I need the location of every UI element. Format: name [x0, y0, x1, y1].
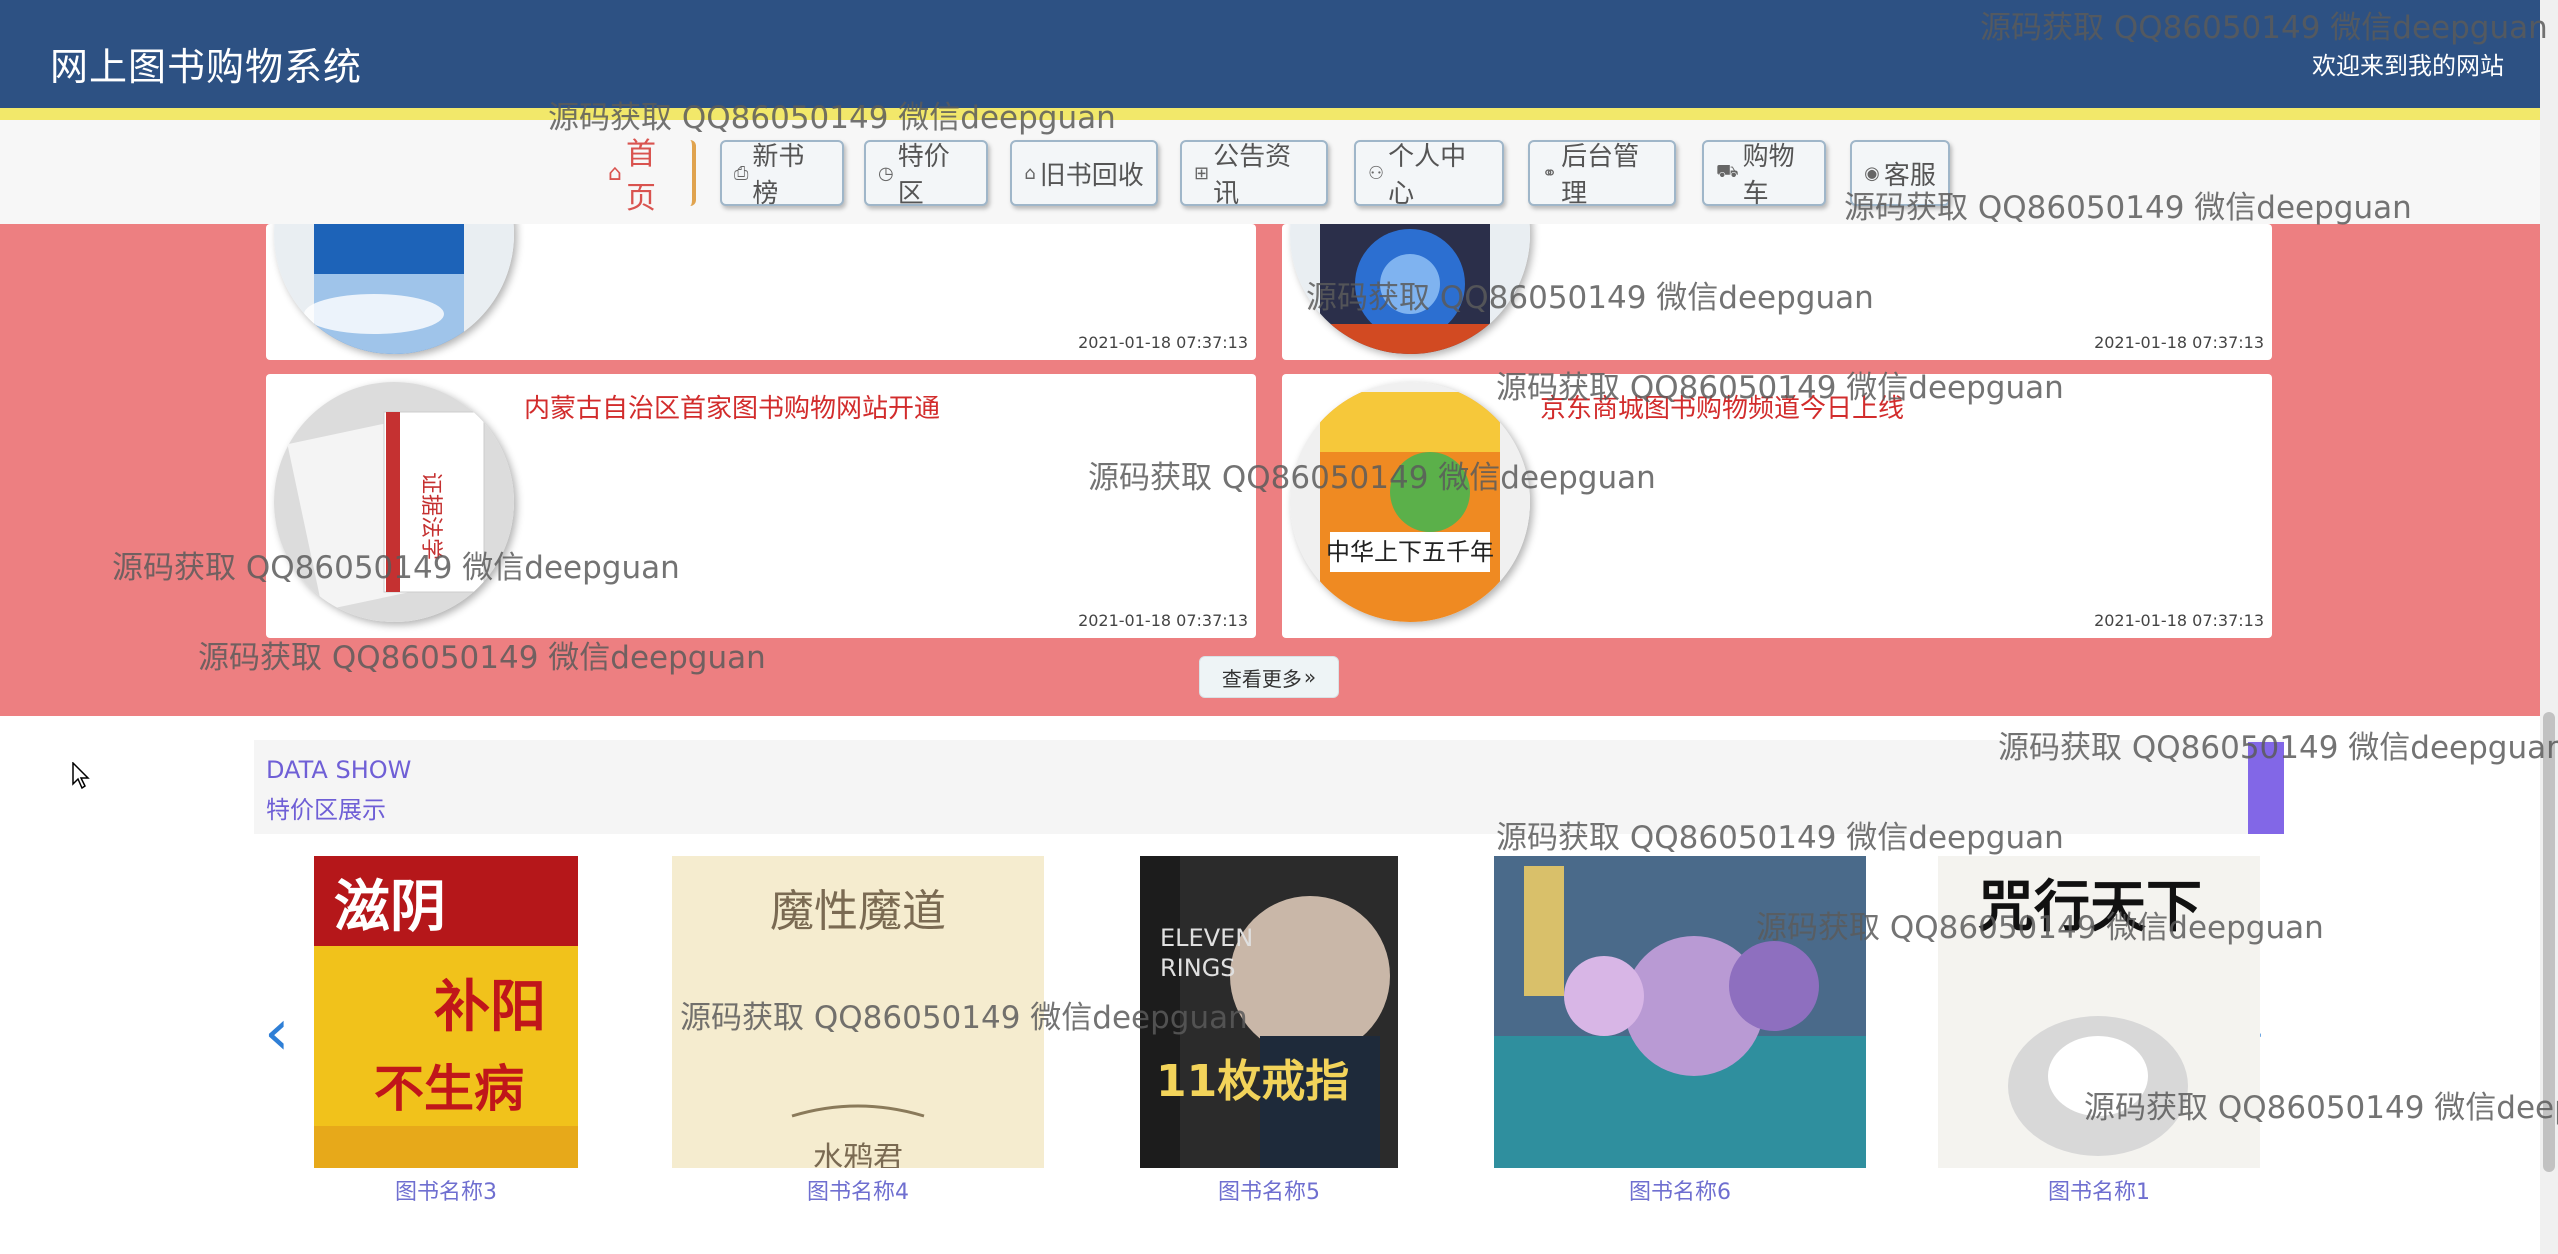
data-show-title-cn: 特价区展示 [266, 796, 386, 824]
news-time: 2021-01-18 07:37:13 [1078, 333, 1248, 352]
svg-text:ELEVEN: ELEVEN [1160, 924, 1253, 952]
book-cover[interactable]: ELEVEN RINGS 11枚戒指 [1140, 856, 1398, 1168]
news-card[interactable]: 证据法学 内蒙古自治区首家图书购物网站开通 2021-01-18 07:37:1… [266, 374, 1256, 638]
svg-text:11枚戒指: 11枚戒指 [1156, 1056, 1349, 1107]
news-time: 2021-01-18 07:37:13 [2094, 611, 2264, 630]
decorative-block [2248, 742, 2284, 834]
book-name[interactable]: 图书名称3 [314, 1174, 578, 1206]
printer-icon: ⎙ [734, 162, 749, 184]
news-thumbnail: 中华上下五千年 [1290, 382, 1530, 622]
news-card[interactable]: 中华上下五千年 京东商城图书购物频道今日上线 2021-01-18 07:37:… [1282, 374, 2272, 638]
nav-home[interactable]: ⌂ 首页 [596, 137, 696, 216]
header-accent-line [0, 108, 2540, 120]
book-name[interactable]: 图书名称4 [672, 1174, 1044, 1206]
news-thumbnail [274, 224, 514, 354]
book-name[interactable]: 图书名称5 [1140, 1174, 1398, 1206]
svg-text:中华上下五千年: 中华上下五千年 [1326, 538, 1494, 566]
book-item[interactable]: 咒行天下 图书名称1 [1938, 856, 2260, 1205]
book-cover[interactable]: 咒行天下 [1938, 856, 2260, 1168]
news-card[interactable]: 2021-01-18 07:37:13 [1282, 224, 2272, 360]
site-title: 网上图书购物系统 [50, 45, 363, 89]
svg-text:不生病: 不生病 [374, 1060, 524, 1118]
user-icon: ⚇ [1368, 162, 1385, 184]
svg-text:补阳: 补阳 [434, 975, 546, 1040]
page-scrollbar[interactable] [2540, 0, 2558, 1254]
tag-icon: ⌂ [1024, 162, 1036, 184]
clock-icon: ◷ [878, 162, 894, 184]
top-header: 网上图书购物系统 欢迎来到我的网站 [0, 0, 2540, 120]
book-item[interactable]: 魔性魔道 水鸦君 图书名称4 [672, 856, 1044, 1205]
nav-new-books[interactable]: ⎙ 新书榜 [720, 140, 844, 209]
svg-text:魔性魔道: 魔性魔道 [770, 886, 946, 937]
news-section: 2021-01-18 07:37:13 2021-01-18 07:37:13 … [0, 224, 2540, 716]
scrollbar-thumb[interactable] [2543, 712, 2555, 1172]
carousel-prev-icon[interactable]: ‹ [264, 996, 290, 1070]
chat-icon: ◉ [1864, 162, 1880, 184]
welcome-text: 欢迎来到我的网站 [2312, 52, 2504, 80]
book-item[interactable]: 图书名称6 [1494, 856, 1866, 1205]
news-time: 2021-01-18 07:37:13 [1078, 611, 1248, 630]
book-name[interactable]: 图书名称1 [1938, 1174, 2260, 1206]
svg-text:咒行天下: 咒行天下 [1978, 875, 2202, 940]
nav-special-offers[interactable]: ◷ 特价区 [864, 140, 988, 209]
view-more-button[interactable]: 查看更多 » [1199, 656, 1339, 698]
book-cover[interactable]: 滋阴 补阳 不生病 [314, 856, 578, 1168]
main-nav: ⌂ 首页 ⎙ 新书榜 ◷ 特价区 ⌂ 旧书回收 ⊞ 公告资讯 ⚇ 个人中心 ⚭ 后台管理 ⛟ 购… [0, 120, 2540, 224]
link-icon: ⚭ [1542, 162, 1558, 184]
svg-text:RINGS: RINGS [1160, 954, 1236, 982]
book-cover[interactable]: 魔性魔道 水鸦君 [672, 856, 1044, 1168]
data-show-title-en: DATA SHOW [266, 756, 412, 784]
nav-customer-service[interactable]: ◉ 客服 [1850, 140, 1950, 206]
svg-text:滋阴: 滋阴 [334, 875, 446, 940]
news-title[interactable]: 京东商城图书购物频道今日上线 [1540, 388, 1904, 425]
svg-text:水鸦君: 水鸦君 [813, 1141, 903, 1168]
home-icon: ⌂ [608, 160, 622, 186]
news-time: 2021-01-18 07:37:13 [2094, 333, 2264, 352]
news-card[interactable]: 2021-01-18 07:37:13 [266, 224, 1256, 360]
book-item[interactable]: ELEVEN RINGS 11枚戒指 图书名称5 [1140, 856, 1398, 1205]
nav-announcements[interactable]: ⊞ 公告资讯 [1180, 140, 1328, 209]
nav-cart[interactable]: ⛟ 购物车 [1702, 140, 1826, 209]
news-thumbnail [1290, 224, 1530, 354]
mouse-cursor-icon [72, 761, 92, 794]
news-title[interactable]: 内蒙古自治区首家图书购物网站开通 [524, 388, 940, 425]
news-thumbnail: 证据法学 [274, 382, 514, 622]
nav-admin[interactable]: ⚭ 后台管理 [1528, 140, 1676, 209]
grid-icon: ⊞ [1194, 162, 1210, 184]
book-cover[interactable] [1494, 856, 1866, 1168]
nav-book-recycle[interactable]: ⌂ 旧书回收 [1010, 140, 1158, 206]
svg-text:证据法学: 证据法学 [418, 472, 443, 560]
data-show-header: DATA SHOW 特价区展示 [254, 740, 2284, 834]
book-item[interactable]: 滋阴 补阳 不生病 图书名称3 [314, 856, 578, 1205]
book-name[interactable]: 图书名称6 [1494, 1174, 1866, 1206]
double-chevron-right-icon: » [1303, 665, 1317, 689]
nav-user-center[interactable]: ⚇ 个人中心 [1354, 140, 1504, 209]
cart-icon: ⛟ [1716, 161, 1739, 182]
